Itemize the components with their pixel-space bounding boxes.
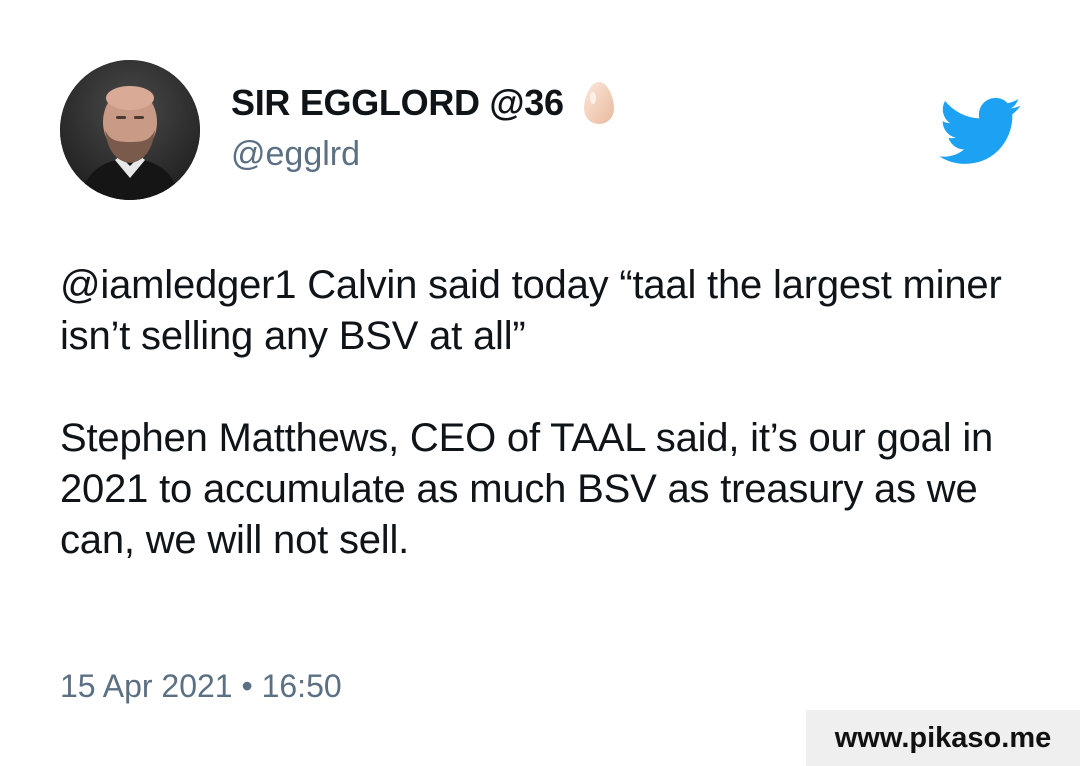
tweet-timestamp[interactable]: 15 Apr 2021 • 16:50 xyxy=(60,668,342,705)
display-name[interactable]: SIR EGGLORD @36 xyxy=(231,80,616,126)
tweet-paragraph: Stephen Matthews, CEO of TAAL said, it’s… xyxy=(60,416,994,562)
tweet-text: @iamledger1 Calvin said today “taal the … xyxy=(60,260,1020,566)
tweet-paragraph: @iamledger1 Calvin said today “taal the … xyxy=(60,263,1002,358)
display-name-text: SIR EGGLORD @36 xyxy=(231,82,564,123)
watermark: www.pikaso.me xyxy=(806,710,1080,766)
user-handle[interactable]: @egglrd xyxy=(231,135,360,174)
avatar[interactable] xyxy=(60,60,200,200)
twitter-bird-icon[interactable] xyxy=(938,98,1022,164)
watermark-text: www.pikaso.me xyxy=(834,721,1052,754)
egg-icon xyxy=(583,82,614,124)
avatar-photo xyxy=(60,60,200,200)
